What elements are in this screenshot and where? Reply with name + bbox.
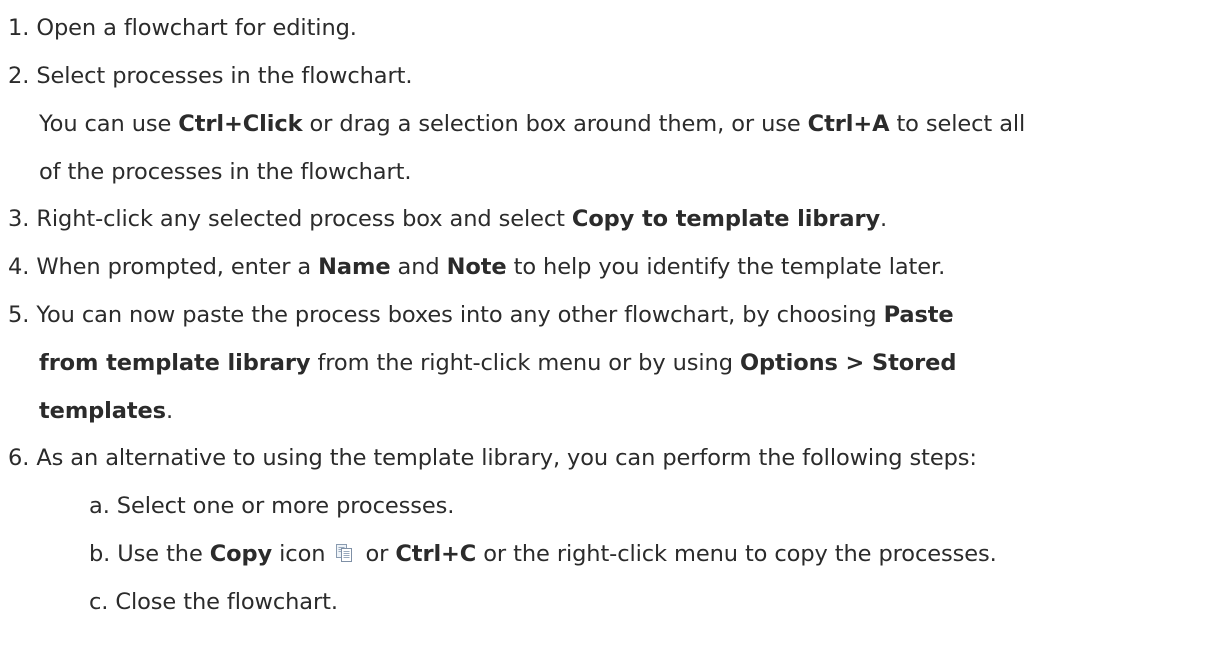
step-number: 3. [8, 206, 30, 232]
step-3: 3. Right-click any selected process box … [8, 204, 887, 234]
menu-command: templates [39, 398, 166, 424]
text: to select all [889, 111, 1026, 137]
command-name: Copy [209, 541, 273, 567]
text: of the processes in the flowchart. [39, 159, 412, 185]
keyboard-shortcut: Ctrl+Click [178, 111, 303, 137]
step-1: 1. Open a flowchart for editing. [8, 13, 357, 43]
step-4: 4. When prompted, enter a Name and Note … [8, 252, 945, 282]
text: from the right-click menu or by using [310, 350, 740, 376]
substep-letter: c. [89, 589, 109, 615]
step-number: 2. [8, 63, 30, 89]
text: icon [272, 541, 333, 567]
text: or the right-click menu to copy the proc… [476, 541, 997, 567]
keyboard-shortcut: Ctrl+C [395, 541, 477, 567]
step-number: 6. [8, 445, 30, 471]
step-5-line-2: from template library from the right-cli… [39, 348, 956, 378]
text: or [358, 541, 396, 567]
step-2-detail-line-1: You can use Ctrl+Click or drag a selecti… [39, 109, 1025, 139]
substep-c: c. Close the flowchart. [89, 587, 338, 617]
menu-command: Copy to template library [571, 206, 881, 232]
step-number: 1. [8, 15, 30, 41]
menu-command: from template library [39, 350, 311, 376]
step-6: 6. As an alternative to using the templa… [8, 443, 977, 473]
text: Use the [110, 541, 210, 567]
step-text: Open a flowchart for editing. [29, 15, 357, 41]
step-5: 5. You can now paste the process boxes i… [8, 300, 954, 330]
step-text: Close the flowchart. [108, 589, 338, 615]
text: You can now paste the process boxes into… [29, 302, 884, 328]
text: or drag a selection box around them, or … [302, 111, 808, 137]
text: . [880, 206, 888, 232]
step-2: 2. Select processes in the flowchart. [8, 61, 413, 91]
step-5-line-3: templates. [39, 396, 173, 426]
text: When prompted, enter a [29, 254, 319, 280]
substep-a: a. Select one or more processes. [89, 491, 454, 521]
step-text: Select one or more processes. [109, 493, 455, 519]
substep-letter: b. [89, 541, 111, 567]
step-text: As an alternative to using the template … [29, 445, 977, 471]
copy-icon [334, 541, 354, 562]
text: Right-click any selected process box and… [29, 206, 572, 232]
text: . [165, 398, 174, 424]
substep-b: b. Use the Copy icon or Ctrl+C or the ri… [89, 539, 997, 569]
text: to help you identify the template later. [506, 254, 946, 280]
substep-letter: a. [89, 493, 110, 519]
step-2-detail-line-2: of the processes in the flowchart. [39, 157, 412, 187]
text: You can use [39, 111, 179, 137]
keyboard-shortcut: Ctrl+A [807, 111, 890, 137]
step-number: 4. [8, 254, 30, 280]
menu-command: Paste [883, 302, 954, 328]
text: and [390, 254, 447, 280]
field-name: Name [318, 254, 391, 280]
menu-command: Options > Stored [739, 350, 957, 376]
field-name: Note [446, 254, 507, 280]
step-number: 5. [8, 302, 30, 328]
step-text: Select processes in the flowchart. [29, 63, 413, 89]
